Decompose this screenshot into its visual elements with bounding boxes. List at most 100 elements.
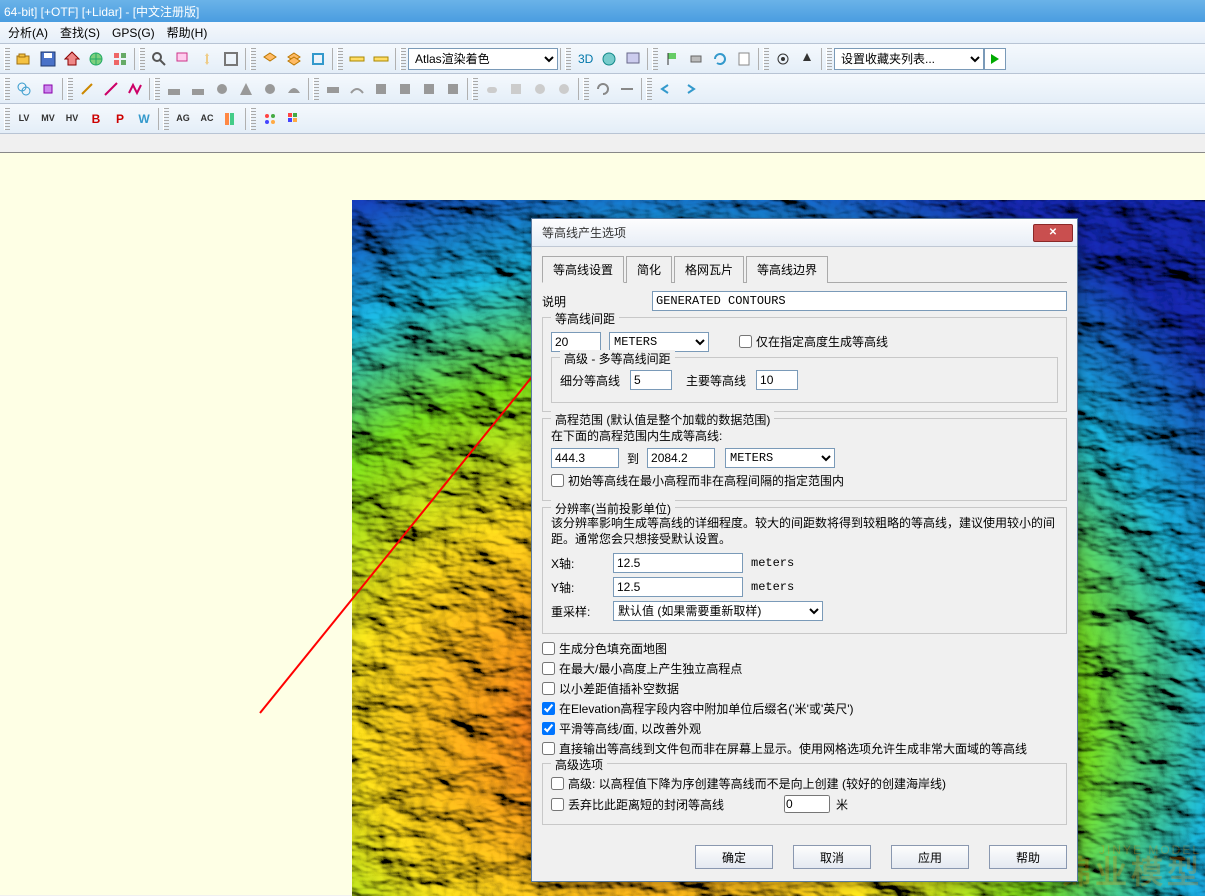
- open-icon[interactable]: [12, 47, 36, 71]
- measure2-icon[interactable]: [369, 47, 393, 71]
- b-button[interactable]: B: [84, 107, 108, 131]
- print-icon[interactable]: [684, 47, 708, 71]
- fullextent-icon[interactable]: [219, 47, 243, 71]
- catalog-icon[interactable]: [732, 47, 756, 71]
- help-button[interactable]: 帮助: [989, 845, 1067, 869]
- hv-button[interactable]: HV: [60, 107, 84, 131]
- colors-icon[interactable]: [282, 107, 306, 131]
- pan-icon[interactable]: [195, 47, 219, 71]
- edit-icon[interactable]: [36, 77, 60, 101]
- zoom-icon[interactable]: [147, 47, 171, 71]
- only-at-heights-checkbox[interactable]: [739, 335, 752, 348]
- x-input[interactable]: [613, 553, 743, 573]
- res-legend: 分辨率(当前投影单位): [551, 500, 675, 517]
- eraser-icon[interactable]: [480, 77, 504, 101]
- save-icon[interactable]: [36, 47, 60, 71]
- zoom-area-icon[interactable]: [171, 47, 195, 71]
- pencil-icon[interactable]: [75, 77, 99, 101]
- geom5-icon[interactable]: [417, 77, 441, 101]
- grid-icon[interactable]: [108, 47, 132, 71]
- apply-button[interactable]: 应用: [891, 845, 969, 869]
- layer-icon[interactable]: [258, 47, 282, 71]
- cancel-button[interactable]: 取消: [793, 845, 871, 869]
- snap-icon[interactable]: [306, 47, 330, 71]
- interval-input[interactable]: [551, 332, 601, 352]
- flag-icon[interactable]: [660, 47, 684, 71]
- y-input[interactable]: [613, 577, 743, 597]
- draw2-icon[interactable]: [186, 77, 210, 101]
- draw3-icon[interactable]: [210, 77, 234, 101]
- elev-from-input[interactable]: [551, 448, 619, 468]
- select-icon[interactable]: [12, 77, 36, 101]
- line-icon[interactable]: [99, 77, 123, 101]
- elev-unit-select[interactable]: METERS: [725, 448, 835, 468]
- draw1-icon[interactable]: [162, 77, 186, 101]
- discard-value-input[interactable]: [784, 795, 830, 813]
- undo-icon[interactable]: [654, 77, 678, 101]
- cb-descending[interactable]: [551, 777, 564, 790]
- menu-gps[interactable]: GPS(G): [106, 24, 161, 42]
- cb-area-fill[interactable]: [542, 642, 555, 655]
- minor-input[interactable]: [630, 370, 672, 390]
- description-input[interactable]: [652, 291, 1067, 311]
- menu-search[interactable]: 查找(S): [54, 22, 106, 43]
- cb-append-units[interactable]: [542, 702, 555, 715]
- major-input[interactable]: [756, 370, 798, 390]
- p-button[interactable]: P: [108, 107, 132, 131]
- 3d-icon[interactable]: 3D: [573, 47, 597, 71]
- layer2-icon[interactable]: [282, 47, 306, 71]
- rotate-icon[interactable]: [591, 77, 615, 101]
- draw4-icon[interactable]: [234, 77, 258, 101]
- ac-button[interactable]: AC: [195, 107, 219, 131]
- ag-button[interactable]: AG: [171, 107, 195, 131]
- transform-icon[interactable]: [615, 77, 639, 101]
- palette-icon[interactable]: [258, 107, 282, 131]
- tab-bounds[interactable]: 等高线边界: [746, 256, 828, 283]
- interval-unit-select[interactable]: METERS: [609, 332, 709, 352]
- resample-select[interactable]: 默认值 (如果需要重新取样): [613, 601, 823, 621]
- arrow-up-icon[interactable]: [795, 47, 819, 71]
- menu-help[interactable]: 帮助(H): [161, 22, 214, 43]
- start-at-min-checkbox[interactable]: [551, 474, 564, 487]
- mv-button[interactable]: MV: [36, 107, 60, 131]
- redo-icon[interactable]: [678, 77, 702, 101]
- refresh-icon[interactable]: [708, 47, 732, 71]
- globe-icon[interactable]: [84, 47, 108, 71]
- config3d-icon[interactable]: [621, 47, 645, 71]
- home-icon[interactable]: [60, 47, 84, 71]
- legend-icon[interactable]: [219, 107, 243, 131]
- cb-smooth[interactable]: [542, 722, 555, 735]
- geom3-icon[interactable]: [369, 77, 393, 101]
- fill-icon[interactable]: [552, 77, 576, 101]
- lv-button[interactable]: LV: [12, 107, 36, 131]
- cb-spot-elev[interactable]: [542, 662, 555, 675]
- geom6-icon[interactable]: [441, 77, 465, 101]
- draw5-icon[interactable]: [258, 77, 282, 101]
- w-button[interactable]: W: [132, 107, 156, 131]
- shader-dropdown[interactable]: Atlas渲染着色: [408, 48, 558, 70]
- cut-icon[interactable]: [504, 77, 528, 101]
- dialog-titlebar[interactable]: 等高线产生选项: [532, 219, 1077, 247]
- tab-grid-tiles[interactable]: 格网瓦片: [674, 256, 744, 283]
- cb-interpolate[interactable]: [542, 682, 555, 695]
- geom4-icon[interactable]: [393, 77, 417, 101]
- measure-icon[interactable]: [345, 47, 369, 71]
- favorites-dropdown[interactable]: 设置收藏夹列表...: [834, 48, 984, 70]
- cb-discard[interactable]: [551, 798, 564, 811]
- elev-to-input[interactable]: [647, 448, 715, 468]
- ok-button[interactable]: 确定: [695, 845, 773, 869]
- tab-simplify[interactable]: 简化: [626, 256, 672, 283]
- menu-analyze[interactable]: 分析(A): [2, 22, 54, 43]
- draw6-icon[interactable]: [282, 77, 306, 101]
- geom1-icon[interactable]: [321, 77, 345, 101]
- close-icon[interactable]: [1033, 224, 1073, 242]
- target-icon[interactable]: [771, 47, 795, 71]
- polyline-icon[interactable]: [123, 77, 147, 101]
- tab-settings[interactable]: 等高线设置: [542, 256, 624, 283]
- toolbar-grip: [652, 48, 658, 70]
- blur-icon[interactable]: [528, 77, 552, 101]
- globe3d-icon[interactable]: [597, 47, 621, 71]
- cb-export-only[interactable]: [542, 742, 555, 755]
- geom2-icon[interactable]: [345, 77, 369, 101]
- play-button[interactable]: [984, 48, 1006, 70]
